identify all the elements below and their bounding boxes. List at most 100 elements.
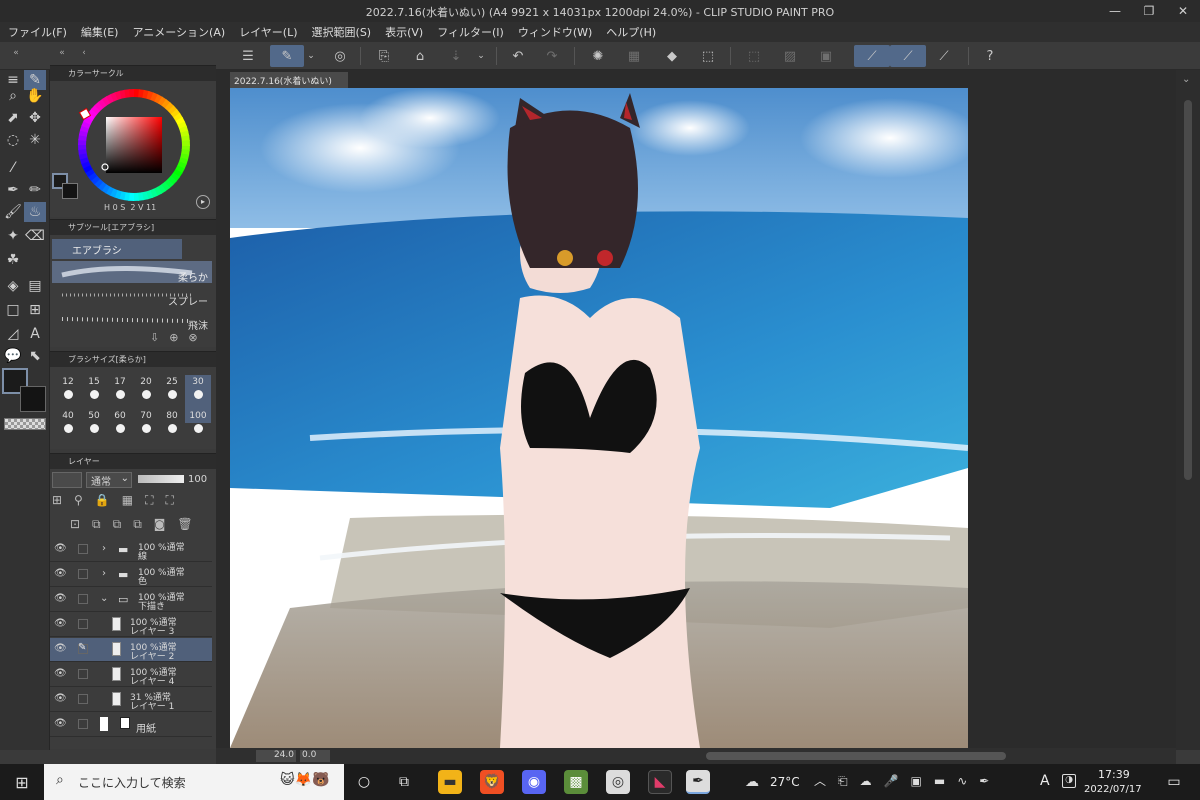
layer-lock-checkbox[interactable] (78, 619, 88, 629)
blend-mode-select[interactable]: 通常 ⌄ (86, 472, 132, 488)
system-tray-icons[interactable]: ︿⎗☁🎤▣▬∿✒ (814, 772, 1001, 789)
ruler-tool-icon[interactable]: ◿ (2, 324, 24, 344)
brush-size-30[interactable]: 30 (186, 377, 210, 407)
brave-browser-icon[interactable]: 🦁 (480, 770, 504, 794)
right-scrollbar[interactable]: ⌄ (1176, 70, 1200, 750)
layer-row[interactable]: 👁 100 %通常 レイヤー 4 (50, 663, 212, 687)
snap-ruler-icon[interactable]: ⟋ (854, 45, 890, 67)
lasso-tool-icon[interactable]: ◌ (2, 130, 24, 150)
collapse-panel-icon[interactable]: « (50, 42, 74, 64)
new-file-icon[interactable]: ⎘ (372, 45, 396, 67)
scroll-thumb[interactable] (1184, 100, 1192, 480)
brush-size-40[interactable]: 40 (56, 411, 80, 441)
menu-help[interactable]: ヘルプ(H) (606, 24, 656, 40)
show-selection-icon[interactable]: ▣ (814, 45, 838, 67)
operation-tool-icon[interactable]: ⬈ (2, 108, 24, 128)
opacity-slider[interactable] (138, 475, 184, 483)
minimize-icon[interactable]: — (1098, 0, 1132, 22)
hamburger-menu-icon[interactable]: ☰ (236, 45, 260, 67)
layer-row[interactable]: 👁 ✎ 100 %通常 レイヤー 2 (50, 638, 212, 662)
drawing-app-icon[interactable]: ◣ (648, 770, 672, 794)
save-icon[interactable]: ⇣ (444, 45, 468, 67)
cortana-icon[interactable]: ○ (352, 770, 376, 794)
snap-grid-icon[interactable]: ⟋ (932, 45, 956, 67)
chevron-down-icon[interactable]: ⌄ (100, 593, 108, 604)
menu-file[interactable]: ファイル(F) (8, 24, 67, 40)
brush-size-17[interactable]: 17 (108, 377, 132, 407)
maximize-icon[interactable]: ❐ (1132, 0, 1166, 22)
clip-studio-share-icon[interactable]: ◎ (328, 45, 352, 67)
horizontal-scrollbar[interactable] (706, 752, 1006, 760)
subtool-item-spray[interactable]: スプレー (52, 285, 212, 308)
subtool-item-soft[interactable]: 柔らか (52, 261, 212, 284)
discord-icon[interactable]: ◉ (522, 770, 546, 794)
brush-paint-tool-icon[interactable]: 🖌 (2, 202, 24, 222)
canvas-tab[interactable]: 2022.7.16(水着いぬい) × (230, 72, 348, 97)
menu-layer[interactable]: レイヤー(L) (239, 24, 297, 40)
layer-row[interactable]: 👁 ⌄ ▭ 100 %通常 下描き (50, 588, 212, 612)
pen-tool-icon[interactable]: ✒ (2, 180, 24, 200)
brush-size-50[interactable]: 50 (82, 411, 106, 441)
layer-lock-checkbox[interactable] (78, 544, 88, 554)
play-icon[interactable]: ▸ (196, 195, 210, 209)
layer-action-row[interactable]: ⊡⧉⧉⧉◙🗑 (70, 517, 205, 532)
blend-tool-icon[interactable]: ☘ (2, 250, 24, 270)
clip-studio-icon[interactable]: ✎ (270, 45, 304, 67)
visibility-eye-icon[interactable]: 👁 (54, 668, 67, 679)
invert-selection-icon[interactable]: ▨ (778, 45, 802, 67)
windows-start-icon[interactable]: ⊞ (10, 770, 34, 794)
loading-icon[interactable]: ✺ (586, 45, 610, 67)
layer-lock-row[interactable]: ⊞⚲🔒▦⛶⛶ (52, 493, 186, 508)
subtool-actions[interactable]: ⇩⊕⊗ (150, 331, 208, 344)
chevron-down-icon[interactable]: ⌄ (304, 45, 318, 67)
layer-color-toggle[interactable] (52, 472, 82, 488)
balloon-tool-icon[interactable]: 💬 (2, 346, 24, 366)
subtool-item-splash[interactable]: 飛沫 (52, 309, 212, 332)
menu-animation[interactable]: アニメーション(A) (132, 24, 225, 40)
eraser-tool-icon[interactable]: ⌫ (24, 226, 46, 246)
help-icon[interactable]: ? (978, 45, 1002, 67)
menu-view[interactable]: 表示(V) (385, 24, 423, 40)
visibility-eye-icon[interactable]: 👁 (54, 568, 67, 579)
visibility-eye-icon[interactable]: 👁 (54, 593, 67, 604)
undo-icon[interactable]: ↶ (506, 45, 530, 67)
transparent-color-swatch[interactable] (4, 418, 46, 430)
zoom-value[interactable]: 24.0 (256, 750, 296, 762)
menu-window[interactable]: ウィンドウ(W) (518, 24, 592, 40)
layer-row[interactable]: 👁 100 %通常 レイヤー 3 (50, 613, 212, 637)
minecraft-icon[interactable]: ▩ (564, 770, 588, 794)
hand-tool-icon[interactable]: ✋ (24, 86, 46, 106)
menu-edit[interactable]: 編集(E) (81, 24, 119, 40)
ime-mode-icon[interactable]: ◑ (1062, 774, 1076, 788)
artwork-canvas[interactable] (230, 88, 968, 748)
layer-lock-checkbox[interactable] (78, 669, 88, 679)
taskbar-search[interactable]: ⌕ ここに入力して検索 😺🦊🐻 (44, 764, 344, 800)
visibility-eye-icon[interactable]: 👁 (54, 643, 67, 654)
transform-icon[interactable]: ⬚ (696, 45, 720, 67)
figure-tool-icon[interactable]: □ (2, 300, 24, 320)
collapse-left-icon[interactable]: « (4, 42, 28, 64)
layer-lock-checkbox[interactable] (78, 694, 88, 704)
brush-size-100[interactable]: 100 (186, 411, 210, 441)
weather-temp[interactable]: 27°C (770, 775, 800, 789)
pencil-tool-icon[interactable]: ✏ (24, 180, 46, 200)
text-tool-icon[interactable]: A (24, 324, 46, 344)
layer-row[interactable]: 👁 31 %通常 レイヤー 1 (50, 688, 212, 712)
layer-lock-checkbox[interactable] (78, 569, 88, 579)
chevron-right-icon[interactable]: › (102, 568, 106, 579)
frame-tool-icon[interactable]: ⊞ (24, 300, 46, 320)
save-dropdown-icon[interactable]: ⌄ (474, 45, 488, 67)
layer-lock-checkbox[interactable] (78, 719, 88, 729)
gradient-tool-icon[interactable]: ▤ (24, 276, 46, 296)
visibility-eye-icon[interactable]: 👁 (54, 718, 67, 729)
visibility-eye-icon[interactable]: 👁 (54, 618, 67, 629)
brush-size-70[interactable]: 70 (134, 411, 158, 441)
sub-color-swatch[interactable] (20, 386, 46, 412)
subtool-group-tab[interactable]: エアブラシ (52, 239, 182, 259)
menu-filter[interactable]: フィルター(I) (437, 24, 504, 40)
layer-lock-checkbox[interactable] (78, 594, 88, 604)
rotation-value[interactable]: 0.0 (300, 750, 330, 762)
cc-sub-color[interactable] (62, 183, 78, 199)
correct-line-tool-icon[interactable]: ⬉ (24, 346, 46, 366)
brush-size-80[interactable]: 80 (160, 411, 184, 441)
